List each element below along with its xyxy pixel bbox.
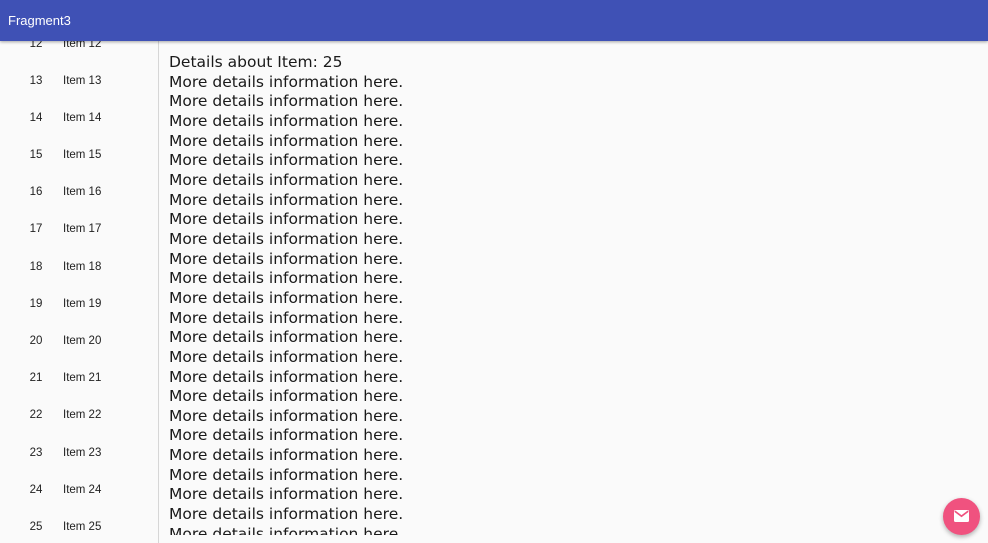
list-item-label: Item 18	[63, 261, 102, 273]
list-item-label: Item 20	[63, 335, 102, 347]
toolbar-title: Fragment3	[8, 13, 71, 28]
list-item-label: Item 12	[63, 41, 102, 50]
list-item-label: Item 14	[63, 112, 102, 124]
list-item-id: 20	[29, 335, 43, 347]
list-item[interactable]: 24 Item 24	[0, 476, 158, 513]
list-item-id: 25	[29, 521, 43, 533]
list-item-id: 16	[29, 186, 43, 198]
list-item-label: Item 19	[63, 298, 102, 310]
item-list[interactable]: 12 Item 12 13 Item 13 14 Item 14 15 Item…	[0, 41, 158, 543]
list-item[interactable]: 22 Item 22	[0, 401, 158, 438]
list-item[interactable]: 15 Item 15	[0, 141, 158, 178]
list-item[interactable]: 20 Item 20	[0, 327, 158, 364]
list-item[interactable]: 16 Item 16	[0, 178, 158, 215]
list-item[interactable]: 18 Item 18	[0, 253, 158, 290]
list-item-label: Item 16	[63, 186, 102, 198]
list-item-label: Item 22	[63, 409, 102, 421]
list-item-id: 21	[29, 372, 43, 384]
list-item-id: 14	[29, 112, 43, 124]
list-item-label: Item 24	[63, 484, 102, 496]
list-item-label: Item 23	[63, 447, 102, 459]
list-item-id: 22	[29, 409, 43, 421]
list-item[interactable]: 19 Item 19	[0, 290, 158, 327]
list-item[interactable]: 25 Item 25	[0, 513, 158, 543]
list-item-label: Item 17	[63, 223, 102, 235]
list-item[interactable]: 13 Item 13	[0, 67, 158, 104]
item-detail-pane[interactable]: Details about Item: 25 More details info…	[159, 41, 988, 535]
list-item-id: 17	[29, 223, 43, 235]
app-root: Fragment3 12 Item 12 13 Item 13 14 Item …	[0, 0, 988, 543]
list-item-label: Item 25	[63, 521, 102, 533]
list-item-id: 13	[29, 75, 43, 87]
email-fab-button[interactable]	[943, 498, 980, 535]
list-item-id: 23	[29, 447, 43, 459]
list-item-id: 15	[29, 149, 43, 161]
list-item-id: 19	[29, 298, 43, 310]
list-item-label: Item 13	[63, 75, 102, 87]
list-item-id: 12	[29, 41, 43, 50]
list-item[interactable]: 21 Item 21	[0, 364, 158, 401]
item-detail-text: Details about Item: 25 More details info…	[169, 53, 404, 535]
email-icon	[954, 510, 969, 522]
list-item[interactable]: 23 Item 23	[0, 439, 158, 476]
list-item[interactable]: 14 Item 14	[0, 104, 158, 141]
list-item-id: 24	[29, 484, 43, 496]
list-item[interactable]: 12 Item 12	[0, 41, 158, 67]
list-item-id: 18	[29, 261, 43, 273]
list-item-label: Item 15	[63, 149, 102, 161]
list-item[interactable]: 17 Item 17	[0, 215, 158, 252]
list-item-label: Item 21	[63, 372, 102, 384]
app-toolbar: Fragment3	[0, 0, 988, 41]
